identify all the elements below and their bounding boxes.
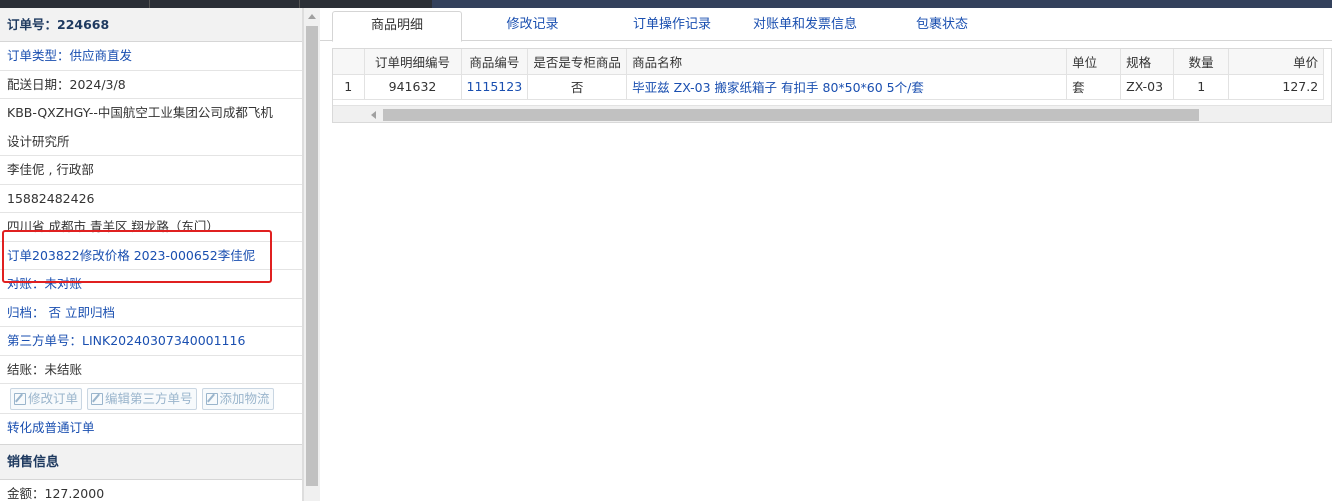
sales-amount-label: 金额： — [7, 485, 45, 501]
table-row[interactable]: 1 941632 1115123 否 毕亚兹 ZX-03 搬家纸箱子 有扣手 8… — [333, 74, 1325, 100]
cell-quantity: 1 — [1173, 74, 1230, 100]
add-logistics-button[interactable]: 添加物流 — [201, 387, 274, 410]
settle-row: 结账：未结账 — [0, 356, 302, 384]
header-unit-price[interactable]: 单价 — [1228, 49, 1325, 75]
third-party-label: 第三方单号： — [7, 333, 83, 348]
delivery-date-label: 配送日期： — [7, 76, 70, 92]
third-party-row: 第三方单号：LINK20240307340001116 — [0, 327, 302, 356]
reconcile-row: 对账：未对账 — [0, 270, 302, 299]
customer-line-1: KBB-QXZHGY--中国航空工业集团公司成都飞机 — [7, 105, 273, 120]
scroll-left-icon[interactable] — [371, 111, 376, 119]
cell-detail-id: 941632 — [364, 74, 462, 100]
contact-row: 李佳伲 , 行政部 — [0, 156, 302, 185]
top-strip-segment — [150, 0, 300, 8]
edit-order-button[interactable]: 修改订单 — [10, 387, 83, 410]
table-horizontal-scrollbar[interactable] — [333, 105, 1331, 122]
order-type-row: 订单类型：供应商直发 — [0, 42, 302, 71]
top-strip-segment — [0, 0, 150, 8]
order-info-panel: 订单号：224668 订单类型：供应商直发 配送日期：2024/3/8 KBB-… — [0, 8, 303, 501]
archive-status: 否 — [48, 304, 62, 320]
product-table: 订单明细编号 商品编号 是否是专柜商品 商品名称 单位 规格 数量 单价 1 9… — [332, 48, 1332, 123]
edit-order-label: 修改订单 — [28, 390, 79, 406]
sales-section-title: 销售信息 — [0, 443, 302, 480]
edit-third-party-label: 编辑第三方单号 — [105, 390, 193, 406]
left-scrollbar[interactable] — [303, 8, 320, 501]
order-actions: 修改订单 编辑第三方单号 添加物流 — [0, 384, 302, 414]
address-row: 四川省 成都市 青羊区 翔龙路（东门） — [0, 213, 302, 242]
left-scrollbar-thumb[interactable] — [306, 26, 318, 486]
archive-now-link[interactable]: 立即归档 — [65, 305, 115, 320]
header-quantity[interactable]: 数量 — [1173, 49, 1230, 75]
customer-line-2: 设计研究所 — [0, 128, 302, 156]
tab-change-log[interactable]: 修改记录 — [470, 11, 595, 41]
tab-order-operations[interactable]: 订单操作记录 — [608, 11, 736, 41]
table-header-row: 订单明细编号 商品编号 是否是专柜商品 商品名称 单位 规格 数量 单价 — [333, 49, 1325, 75]
cell-product-name[interactable]: 毕亚兹 ZX-03 搬家纸箱子 有扣手 80*50*60 5个/套 — [626, 74, 1068, 100]
top-strip — [0, 0, 1332, 8]
tab-bar: 商品明细 修改记录 订单操作记录 对账单和发票信息 包裹状态 — [320, 8, 1332, 42]
header-product-name[interactable]: 商品名称 — [626, 49, 1068, 75]
header-detail-id[interactable]: 订单明细编号 — [364, 49, 462, 75]
settle-status: 未结账 — [44, 361, 83, 377]
order-number-label: 订单号： — [7, 17, 58, 32]
third-party-number: LINK20240307340001116 — [82, 333, 246, 348]
cell-counter-item: 否 — [527, 74, 628, 100]
tab-statement-invoice[interactable]: 对账单和发票信息 — [740, 11, 870, 41]
reconcile-status: 未对账 — [44, 276, 83, 291]
header-spec[interactable]: 规格 — [1120, 49, 1175, 75]
scroll-up-icon[interactable] — [308, 14, 316, 19]
convert-order-link[interactable]: 转化成普通订单 — [0, 414, 302, 443]
edit-icon — [205, 392, 218, 405]
delivery-date-row: 配送日期：2024/3/8 — [0, 71, 302, 99]
header-product-id[interactable]: 商品编号 — [461, 49, 529, 75]
edit-icon — [91, 392, 104, 405]
order-number-row: 订单号：224668 — [0, 8, 302, 42]
detail-panel: 商品明细 修改记录 订单操作记录 对账单和发票信息 包裹状态 订单明细编号 商品… — [320, 8, 1332, 501]
cell-spec: ZX-03 — [1120, 74, 1175, 100]
cell-unit-price: 127.2 — [1228, 74, 1325, 100]
settle-label: 结账： — [7, 361, 45, 377]
remark-row: 订单203822修改价格 2023-000652李佳伲 — [0, 242, 302, 270]
cell-unit: 套 — [1066, 74, 1122, 100]
sales-amount: 127.2000 — [44, 485, 105, 501]
cell-product-id[interactable]: 1115123 — [461, 74, 529, 100]
order-number: 224668 — [57, 17, 110, 32]
phone-row: 15882482426 — [0, 185, 302, 213]
cell-index: 1 — [333, 74, 365, 100]
tab-product-details[interactable]: 商品明细 — [332, 11, 462, 42]
tab-package-status[interactable]: 包裹状态 — [892, 11, 992, 41]
archive-row: 归档： 否 立即归档 — [0, 299, 302, 327]
delivery-date: 2024/3/8 — [69, 76, 126, 92]
add-logistics-label: 添加物流 — [219, 390, 270, 406]
order-type: 供应商直发 — [69, 48, 133, 63]
header-counter-item[interactable]: 是否是专柜商品 — [527, 49, 628, 75]
table-scrollbar-thumb[interactable] — [383, 109, 1199, 121]
archive-label: 归档： — [7, 304, 45, 320]
header-unit[interactable]: 单位 — [1066, 49, 1122, 75]
reconcile-label: 对账： — [7, 276, 45, 291]
sales-amount-row: 金额：127.2000 — [0, 480, 302, 501]
edit-icon — [14, 392, 26, 405]
order-type-label: 订单类型： — [7, 48, 70, 63]
header-index — [333, 49, 365, 75]
edit-third-party-button[interactable]: 编辑第三方单号 — [87, 387, 197, 410]
top-strip-accent — [432, 0, 1332, 8]
